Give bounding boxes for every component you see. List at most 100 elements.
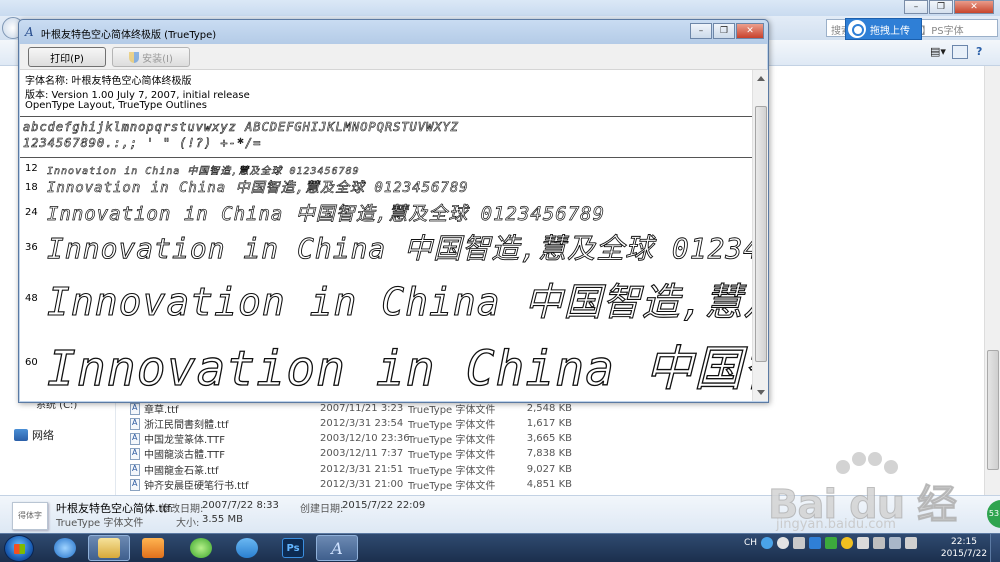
file-name: 钟齐安晨臣硬笔行书.ttf — [144, 481, 249, 492]
clock-time: 22:15 — [951, 537, 977, 547]
sample-row-60: 60 Innovation in China 中国智造,慧及全球 0123456… — [20, 329, 752, 401]
security-icon[interactable] — [825, 537, 838, 549]
notification-icon[interactable] — [841, 537, 854, 549]
close-button[interactable]: ✕ — [954, 0, 994, 14]
taskbar-cloud[interactable] — [226, 535, 268, 561]
file-thumbnail: 得体字 — [12, 502, 48, 530]
size-label: 36 — [25, 242, 38, 253]
scroll-thumb[interactable] — [755, 106, 767, 362]
language-indicator[interactable]: CH — [744, 538, 757, 548]
file-type: TrueType 字体文件 — [408, 405, 496, 416]
scroll-up-icon[interactable] — [757, 76, 765, 81]
tray-app-icon[interactable] — [793, 537, 806, 549]
size-label: 12 — [25, 163, 38, 174]
upload-widget[interactable]: 拖拽上传 — [845, 18, 922, 40]
taskbar-font-viewer[interactable]: A — [316, 535, 358, 561]
file-row[interactable]: 钟齐安晨臣硬笔行书.ttf 2012/3/31 21:00 TrueType 字… — [130, 477, 572, 492]
action-center-icon[interactable] — [873, 537, 886, 549]
font-preview-area: 字体名称: 叶根友特色空心简体终极版 版本: Version 1.00 July… — [20, 70, 752, 401]
file-size: 4,851 KB — [526, 479, 572, 490]
file-type: TrueType 字体文件 — [408, 435, 496, 446]
preview-scrollbar[interactable] — [752, 70, 768, 401]
folder-icon — [98, 538, 120, 558]
media-player-icon — [142, 538, 164, 558]
bluetooth-icon[interactable] — [857, 537, 870, 549]
sidebar-item-label: 网络 — [32, 429, 54, 442]
preview-pane-icon[interactable] — [952, 45, 968, 59]
cloud-icon — [236, 538, 258, 558]
network-status-icon[interactable] — [889, 537, 902, 549]
file-type: TrueType 字体文件 — [408, 466, 496, 477]
file-date: 2007/11/21 3:23 — [320, 403, 404, 414]
file-name: 中國龍淡古體.TTF — [144, 450, 225, 461]
taskbar-explorer[interactable] — [88, 535, 130, 561]
file-row[interactable]: 浙江民間書刻體.ttf 2012/3/31 23:54 TrueType 字体文… — [130, 416, 572, 431]
divider — [20, 116, 752, 117]
glyph-letters: abcdefghijklmnopqrstuvwxyz ABCDEFGHIJKLM… — [23, 120, 459, 135]
file-name: 浙江民間書刻體.ttf — [144, 420, 229, 431]
minimize-button[interactable]: – — [690, 23, 712, 39]
green-circle-icon — [190, 538, 212, 558]
sidebar-item-network[interactable]: 网络 — [14, 427, 54, 443]
window-controls: – ❐ ✕ — [689, 23, 764, 39]
file-row[interactable]: 中國龍金石篆.ttf 2012/3/31 21:51 TrueType 字体文件… — [130, 462, 572, 477]
cloud-tray-icon[interactable] — [809, 537, 822, 549]
file-row[interactable]: 中國龍淡古體.TTF 2003/12/11 7:37 TrueType 字体文件… — [130, 446, 572, 461]
scroll-down-icon[interactable] — [757, 390, 765, 395]
taskbar-ie[interactable] — [44, 535, 86, 561]
size-label: 60 — [25, 357, 38, 368]
install-label: 安装(I) — [142, 53, 173, 65]
close-button[interactable]: ✕ — [736, 23, 764, 39]
system-clock[interactable]: 22:15 2015/7/22 — [934, 536, 994, 560]
sample-text: Innovation in China 中国智造,慧及全球 0123456789 — [46, 340, 752, 397]
file-date: 2012/3/31 23:54 — [320, 418, 404, 429]
font-file-icon — [130, 447, 140, 460]
window-title: 叶根友特色空心简体终极版 (TrueType) — [41, 30, 217, 41]
size-value: 3.55 MB — [202, 514, 243, 525]
start-button[interactable] — [4, 535, 34, 562]
shield-icon — [129, 51, 140, 63]
print-button[interactable]: 打印(P) — [28, 47, 106, 67]
size-label: 大小: — [176, 518, 200, 529]
volume-icon[interactable] — [905, 537, 918, 549]
file-list-scrollbar[interactable] — [984, 66, 1000, 495]
taskbar-360[interactable] — [180, 535, 222, 561]
file-size: 3,665 KB — [526, 433, 572, 444]
maximize-button[interactable]: ❐ — [929, 0, 953, 14]
upload-label: 拖拽上传 — [870, 25, 910, 37]
taskbar-media-player[interactable] — [132, 535, 174, 561]
file-row[interactable]: 章草.ttf 2007/11/21 3:23 TrueType 字体文件 2,5… — [130, 401, 572, 416]
font-app-icon: A — [25, 25, 34, 39]
sample-row-18: 18 Innovation in China 中国智造,慧及全球 0123456… — [20, 177, 752, 199]
taskbar-photoshop[interactable]: Ps — [272, 535, 314, 561]
explorer-titlebar: – ❐ ✕ — [0, 0, 1000, 16]
file-name: 章草.ttf — [144, 405, 179, 416]
font-file-icon — [130, 417, 140, 430]
created-value: 2015/7/22 22:09 — [342, 500, 426, 511]
file-size: 1,617 KB — [526, 418, 572, 429]
minimize-button[interactable]: – — [904, 0, 928, 14]
file-type: TrueType 字体文件 — [408, 450, 496, 461]
created-label: 创建日期: — [300, 504, 344, 515]
view-options-icon[interactable]: ▤▾ — [930, 45, 946, 59]
size-label: 48 — [25, 293, 38, 304]
glyph-symbols: 1234567890.:,; ' " (!?) +-*/= — [23, 136, 262, 151]
divider — [20, 157, 752, 158]
install-button[interactable]: 安装(I) — [112, 47, 190, 67]
network-icon — [14, 429, 28, 441]
sample-text: Innovation in China 中国智造,慧及全球 0123456789 — [47, 232, 752, 266]
font-viewer-titlebar[interactable]: A 叶根友特色空心简体终极版 (TrueType) – ❐ ✕ — [19, 20, 768, 44]
scroll-thumb[interactable] — [987, 350, 999, 470]
sample-text: Innovation in China 中国智造,慧及全球 0123456789 — [47, 180, 469, 197]
show-desktop-button[interactable] — [990, 534, 1000, 562]
help-icon[interactable] — [777, 537, 790, 549]
sample-row-48: 48 Innovation in China 中国智造,慧及全球 0123456… — [20, 271, 752, 329]
font-file-icon — [130, 432, 140, 445]
help-icon[interactable]: ? — [976, 45, 992, 59]
file-date: 2003/12/11 7:37 — [320, 448, 404, 459]
file-date: 2003/12/10 23:36 — [320, 433, 410, 444]
file-row[interactable]: 中国龙莹篆体.TTF 2003/12/10 23:36 TrueType 字体文… — [130, 431, 572, 446]
ime-icon[interactable] — [761, 537, 774, 549]
font-file-icon — [130, 478, 140, 491]
maximize-button[interactable]: ❐ — [713, 23, 735, 39]
